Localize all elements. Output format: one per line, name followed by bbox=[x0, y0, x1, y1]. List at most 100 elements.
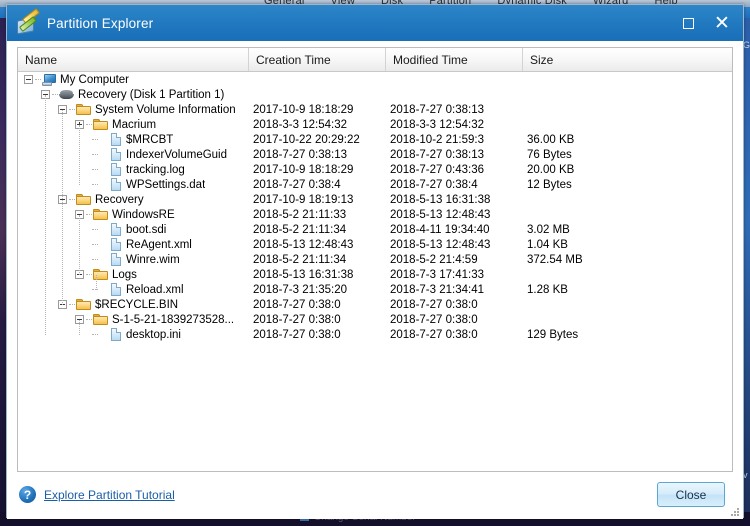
tree-guide-line bbox=[52, 93, 58, 96]
tree-row[interactable]: tracking.log 2017-10-9 18:18:29 2018-7-27 … bbox=[18, 162, 732, 177]
tree-row[interactable]: boot.sdi 2018-5-2 21:11:34 2018-4-11 19:34… bbox=[18, 222, 732, 237]
explore-partition-tutorial-link[interactable]: Explore Partition Tutorial bbox=[44, 488, 175, 502]
tree-row-name-cell: $MRCBT bbox=[18, 133, 249, 146]
tree-row[interactable]: Recovery (Disk 1 Partition 1) bbox=[18, 87, 732, 102]
file-tree-listview[interactable]: Name Creation Time Modified Time Size My… bbox=[17, 47, 733, 472]
tree-row-label: System Volume Information bbox=[95, 103, 236, 116]
tree-guide-line bbox=[92, 138, 98, 141]
tree-row-label: Reload.xml bbox=[126, 283, 184, 296]
tree-row-modified-time: 2018-7-3 21:34:41 bbox=[390, 283, 484, 296]
tree-row-name-cell: WPSettings.dat bbox=[18, 178, 249, 191]
tree-row[interactable]: $MRCBT 2017-10-22 20:29:22 2018-10-2 21:59… bbox=[18, 132, 732, 147]
tree-guide-line bbox=[45, 94, 46, 335]
tree-row-size: 372.54 MB bbox=[527, 253, 583, 266]
tree-row[interactable]: desktop.ini 2018-7-27 0:38:0 2018-7-27 0:3… bbox=[18, 327, 732, 342]
tree-row-modified-time: 2018-7-27 0:38:0 bbox=[390, 298, 478, 311]
tree-row[interactable]: Recovery 2017-10-9 18:19:13 2018-5-13 16:3… bbox=[18, 192, 732, 207]
close-window-button[interactable]: ✕ bbox=[705, 8, 739, 38]
tree-row-modified-time: 2018-7-27 0:38:13 bbox=[390, 103, 484, 116]
tree-row-name-cell: Recovery bbox=[18, 193, 249, 206]
tree-row-creation-time: 2018-7-3 21:35:20 bbox=[253, 283, 347, 296]
tree-row-label: Recovery bbox=[95, 193, 144, 206]
file-icon bbox=[110, 163, 122, 176]
file-icon bbox=[110, 283, 122, 296]
tree-guide-line bbox=[69, 108, 75, 111]
tree-row-modified-time: 2018-4-11 19:34:40 bbox=[390, 223, 490, 236]
tree-row[interactable]: My Computer bbox=[18, 72, 732, 87]
tree-guide-line bbox=[69, 198, 75, 201]
tree-row-modified-time: 2018-7-27 0:38:4 bbox=[390, 178, 478, 191]
tree-row-size: 12 Bytes bbox=[527, 178, 572, 191]
window-controls: ✕ bbox=[671, 5, 739, 41]
folder-icon bbox=[93, 208, 108, 221]
collapse-node-icon[interactable] bbox=[24, 75, 33, 84]
tree-row-creation-time: 2017-10-22 20:29:22 bbox=[253, 133, 360, 146]
tree-row-size: 20.00 KB bbox=[527, 163, 575, 176]
tree-row-label: My Computer bbox=[60, 73, 130, 86]
column-header-modified-time[interactable]: Modified Time bbox=[386, 48, 523, 71]
tree-row-size: 129 Bytes bbox=[527, 328, 579, 341]
tree-row-creation-time: 2017-10-9 18:19:13 bbox=[253, 193, 354, 206]
tree-guide-line bbox=[69, 303, 75, 306]
file-icon bbox=[110, 328, 122, 341]
tree-row[interactable]: ReAgent.xml 2018-5-13 12:48:43 2018-5-13 1… bbox=[18, 237, 732, 252]
tree-row-name-cell: desktop.ini bbox=[18, 328, 249, 341]
tree-row-name-cell: Winre.wim bbox=[18, 253, 249, 266]
tree-row-size: 36.00 KB bbox=[527, 133, 575, 146]
tree-row[interactable]: System Volume Information 2017-10-9 18:18… bbox=[18, 102, 732, 117]
file-icon bbox=[110, 223, 122, 236]
screen: GeneralViewDiskPartitionDynamic DiskWiza… bbox=[0, 0, 750, 526]
drive-icon bbox=[59, 89, 74, 100]
tree-row-size: 1.28 KB bbox=[527, 283, 568, 296]
tree-row-name-cell: tracking.log bbox=[18, 163, 249, 176]
tree-row[interactable]: WindowsRE 2018-5-2 21:11:33 2018-5-13 12:4… bbox=[18, 207, 732, 222]
tree-row-label: $RECYCLE.BIN bbox=[95, 298, 179, 311]
tree-row-creation-time: 2018-5-13 16:31:38 bbox=[253, 268, 354, 281]
tree-row-modified-time: 2018-10-2 21:59:3 bbox=[390, 133, 484, 146]
tree-guide-line bbox=[86, 213, 92, 216]
tree-row[interactable]: Macrium 2018-3-3 12:54:32 2018-3-3 12:54:3… bbox=[18, 117, 732, 132]
tree-row-creation-time: 2018-7-27 0:38:0 bbox=[253, 328, 341, 341]
tree-row-label: S-1-5-21-1839273528... bbox=[112, 313, 235, 326]
column-header-name[interactable]: Name bbox=[18, 48, 249, 71]
column-header-size[interactable]: Size bbox=[523, 48, 732, 71]
file-icon bbox=[110, 133, 122, 146]
maximize-button[interactable] bbox=[671, 8, 705, 38]
tree-row[interactable]: Logs 2018-5-13 16:31:38 2018-7-3 17:41:33 bbox=[18, 267, 732, 282]
close-icon: ✕ bbox=[714, 12, 730, 34]
tree-row-label: WindowsRE bbox=[112, 208, 175, 221]
tree-row-modified-time: 2018-5-13 12:48:43 bbox=[390, 238, 491, 251]
resize-grip[interactable] bbox=[730, 507, 740, 517]
tree-row-modified-time: 2018-7-27 0:38:0 bbox=[390, 328, 478, 341]
tree-row-label: $MRCBT bbox=[126, 133, 174, 146]
tree-guide-line bbox=[92, 333, 98, 336]
tree-row[interactable]: Winre.wim 2018-5-2 21:11:34 2018-5-2 21:4:… bbox=[18, 252, 732, 267]
tree-row[interactable]: WPSettings.dat 2018-7-27 0:38:4 2018-7-27 … bbox=[18, 177, 732, 192]
tree-guide-line bbox=[92, 183, 98, 186]
window-titlebar[interactable]: Partition Explorer ✕ bbox=[7, 5, 743, 41]
tree-row-creation-time: 2018-7-27 0:38:0 bbox=[253, 313, 341, 326]
tree-row-name-cell: $RECYCLE.BIN bbox=[18, 298, 249, 311]
tree-row[interactable]: IndexerVolumeGuid 2018-7-27 0:38:13 2018-7… bbox=[18, 147, 732, 162]
partition-explorer-window: Partition Explorer ✕ Name Creation Time … bbox=[6, 4, 744, 519]
tree-row-modified-time: 2018-7-27 0:43:36 bbox=[390, 163, 484, 176]
background-right-label-top: G bbox=[743, 40, 750, 50]
tree-row-creation-time: 2018-5-2 21:11:33 bbox=[253, 208, 347, 221]
tree-row-creation-time: 2018-7-27 0:38:0 bbox=[253, 298, 341, 311]
file-tree-rows: My Computer Recovery (Disk 1 Partition 1)… bbox=[18, 72, 732, 342]
tree-row-label: Recovery (Disk 1 Partition 1) bbox=[78, 88, 225, 101]
question-mark-icon[interactable]: ? bbox=[19, 486, 36, 503]
tree-row-label: ReAgent.xml bbox=[126, 238, 192, 251]
tree-row[interactable]: Reload.xml 2018-7-3 21:35:20 2018-7-3 21:3… bbox=[18, 282, 732, 297]
tree-row-label: Macrium bbox=[112, 118, 157, 131]
tree-row-modified-time: 2018-5-13 16:31:38 bbox=[390, 193, 491, 206]
window-title: Partition Explorer bbox=[47, 15, 154, 31]
close-button[interactable]: Close bbox=[657, 482, 725, 507]
tree-guide-line bbox=[92, 258, 98, 261]
folder-icon bbox=[93, 118, 108, 131]
tree-row[interactable]: $RECYCLE.BIN 2018-7-27 0:38:0 2018-7-27 0:… bbox=[18, 297, 732, 312]
column-header-creation-time[interactable]: Creation Time bbox=[249, 48, 386, 71]
tree-row-name-cell: My Computer bbox=[18, 73, 249, 86]
tree-row-size: 3.02 MB bbox=[527, 223, 570, 236]
tree-row[interactable]: S-1-5-21-1839273528... 2018-7-27 0:38:0 20… bbox=[18, 312, 732, 327]
